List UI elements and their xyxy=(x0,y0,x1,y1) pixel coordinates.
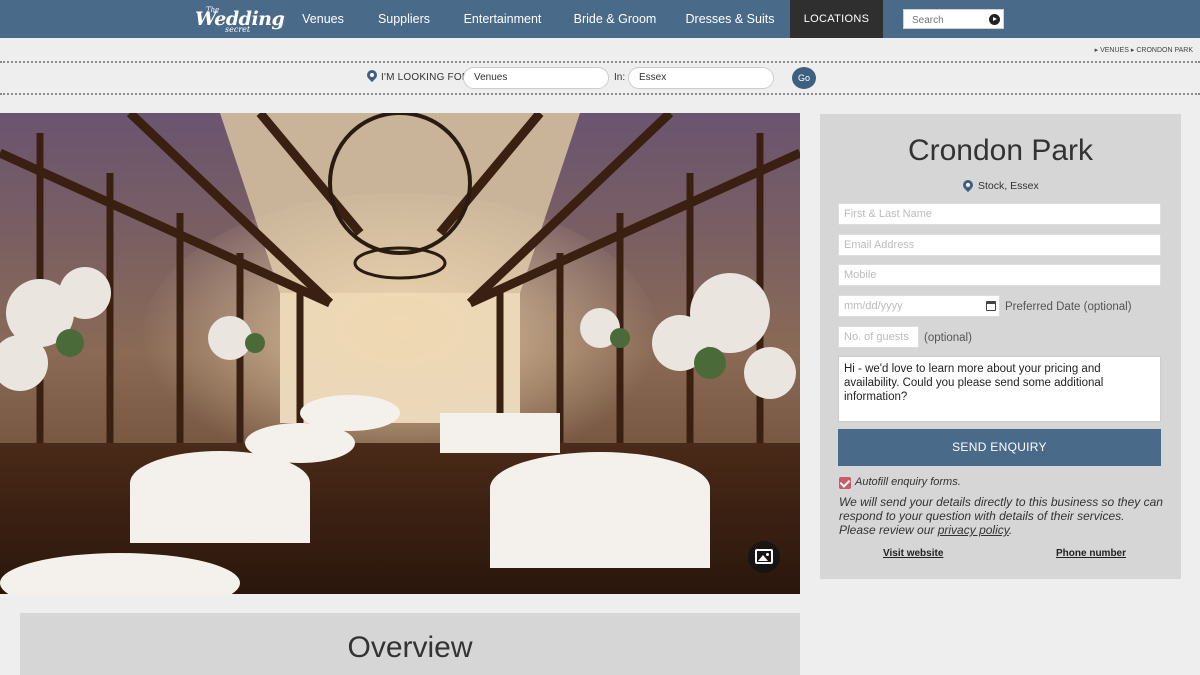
venue-hero-image[interactable] xyxy=(0,113,800,594)
location-pin-icon xyxy=(963,180,973,194)
name-field[interactable]: First & Last Name xyxy=(838,203,1161,225)
phone-number-link[interactable]: Phone number xyxy=(1056,548,1126,559)
disclaimer-end: . xyxy=(1008,523,1013,537)
category-select[interactable]: Venues xyxy=(463,67,609,89)
nav-item-suppliers[interactable]: Suppliers xyxy=(365,0,443,38)
date-field[interactable]: mm/dd/yyyy xyxy=(838,295,1000,317)
gallery-icon xyxy=(755,549,773,564)
search-box xyxy=(903,9,1004,30)
search-submit-icon[interactable] xyxy=(989,14,1000,25)
overview-heading: Overview xyxy=(347,631,473,664)
finder-label: I'M LOOKING FOR: xyxy=(381,72,473,83)
email-field[interactable]: Email Address xyxy=(838,234,1161,256)
enquiry-panel: Crondon Park Stock, Essex First & Last N… xyxy=(820,114,1181,579)
top-navigation: The Wedding secret Venues Suppliers Ente… xyxy=(0,0,1200,38)
breadcrumb-venues[interactable]: VENUES xyxy=(1100,47,1129,54)
venue-location: Stock, Essex xyxy=(978,180,1039,192)
site-logo[interactable]: The Wedding secret xyxy=(193,3,285,35)
send-enquiry-button[interactable]: SEND ENQUIRY xyxy=(838,429,1161,466)
divider-bottom xyxy=(0,93,1200,95)
location-input[interactable]: Essex xyxy=(628,67,774,89)
nav-item-bride-groom[interactable]: Bride & Groom xyxy=(565,0,665,38)
barn-interior-illustration xyxy=(0,113,800,594)
nav-item-locations[interactable]: LOCATIONS xyxy=(790,0,883,38)
visit-website-link[interactable]: Visit website xyxy=(883,548,943,559)
date-placeholder: mm/dd/yyyy xyxy=(844,300,903,312)
go-button[interactable]: Go xyxy=(792,67,816,89)
autofill-label: Autofill enquiry forms. xyxy=(855,476,961,488)
nav-item-entertainment[interactable]: Entertainment xyxy=(450,0,555,38)
guests-field[interactable]: No. of guests xyxy=(838,326,919,348)
logo-tail-text: secret xyxy=(225,25,251,34)
message-textarea[interactable]: Hi - we'd love to learn more about your … xyxy=(838,356,1161,422)
overview-section: Overview xyxy=(20,613,800,675)
mobile-field[interactable]: Mobile xyxy=(838,264,1161,286)
breadcrumb: ▸ VENUES ▸ CRONDON PARK xyxy=(1094,47,1193,54)
search-input[interactable] xyxy=(904,11,984,30)
nav-item-dresses-suits[interactable]: Dresses & Suits xyxy=(675,0,785,38)
venue-name: Crondon Park xyxy=(907,134,1094,167)
autofill-checkbox[interactable] xyxy=(839,477,851,489)
venue-finder-bar: I'M LOOKING FOR: Venues In: Essex Go xyxy=(0,63,1200,91)
calendar-icon[interactable] xyxy=(986,301,996,311)
date-label: Preferred Date (optional) xyxy=(1005,301,1132,313)
breadcrumb-current: CRONDON PARK xyxy=(1136,47,1193,54)
privacy-disclaimer: We will send your details directly to th… xyxy=(839,495,1164,537)
guests-label: (optional) xyxy=(924,332,972,344)
location-pin-icon xyxy=(367,70,377,84)
privacy-policy-link[interactable]: privacy policy xyxy=(938,523,1009,537)
in-label: In: xyxy=(614,72,626,83)
nav-item-venues[interactable]: Venues xyxy=(287,0,359,38)
gallery-button[interactable] xyxy=(748,541,780,573)
